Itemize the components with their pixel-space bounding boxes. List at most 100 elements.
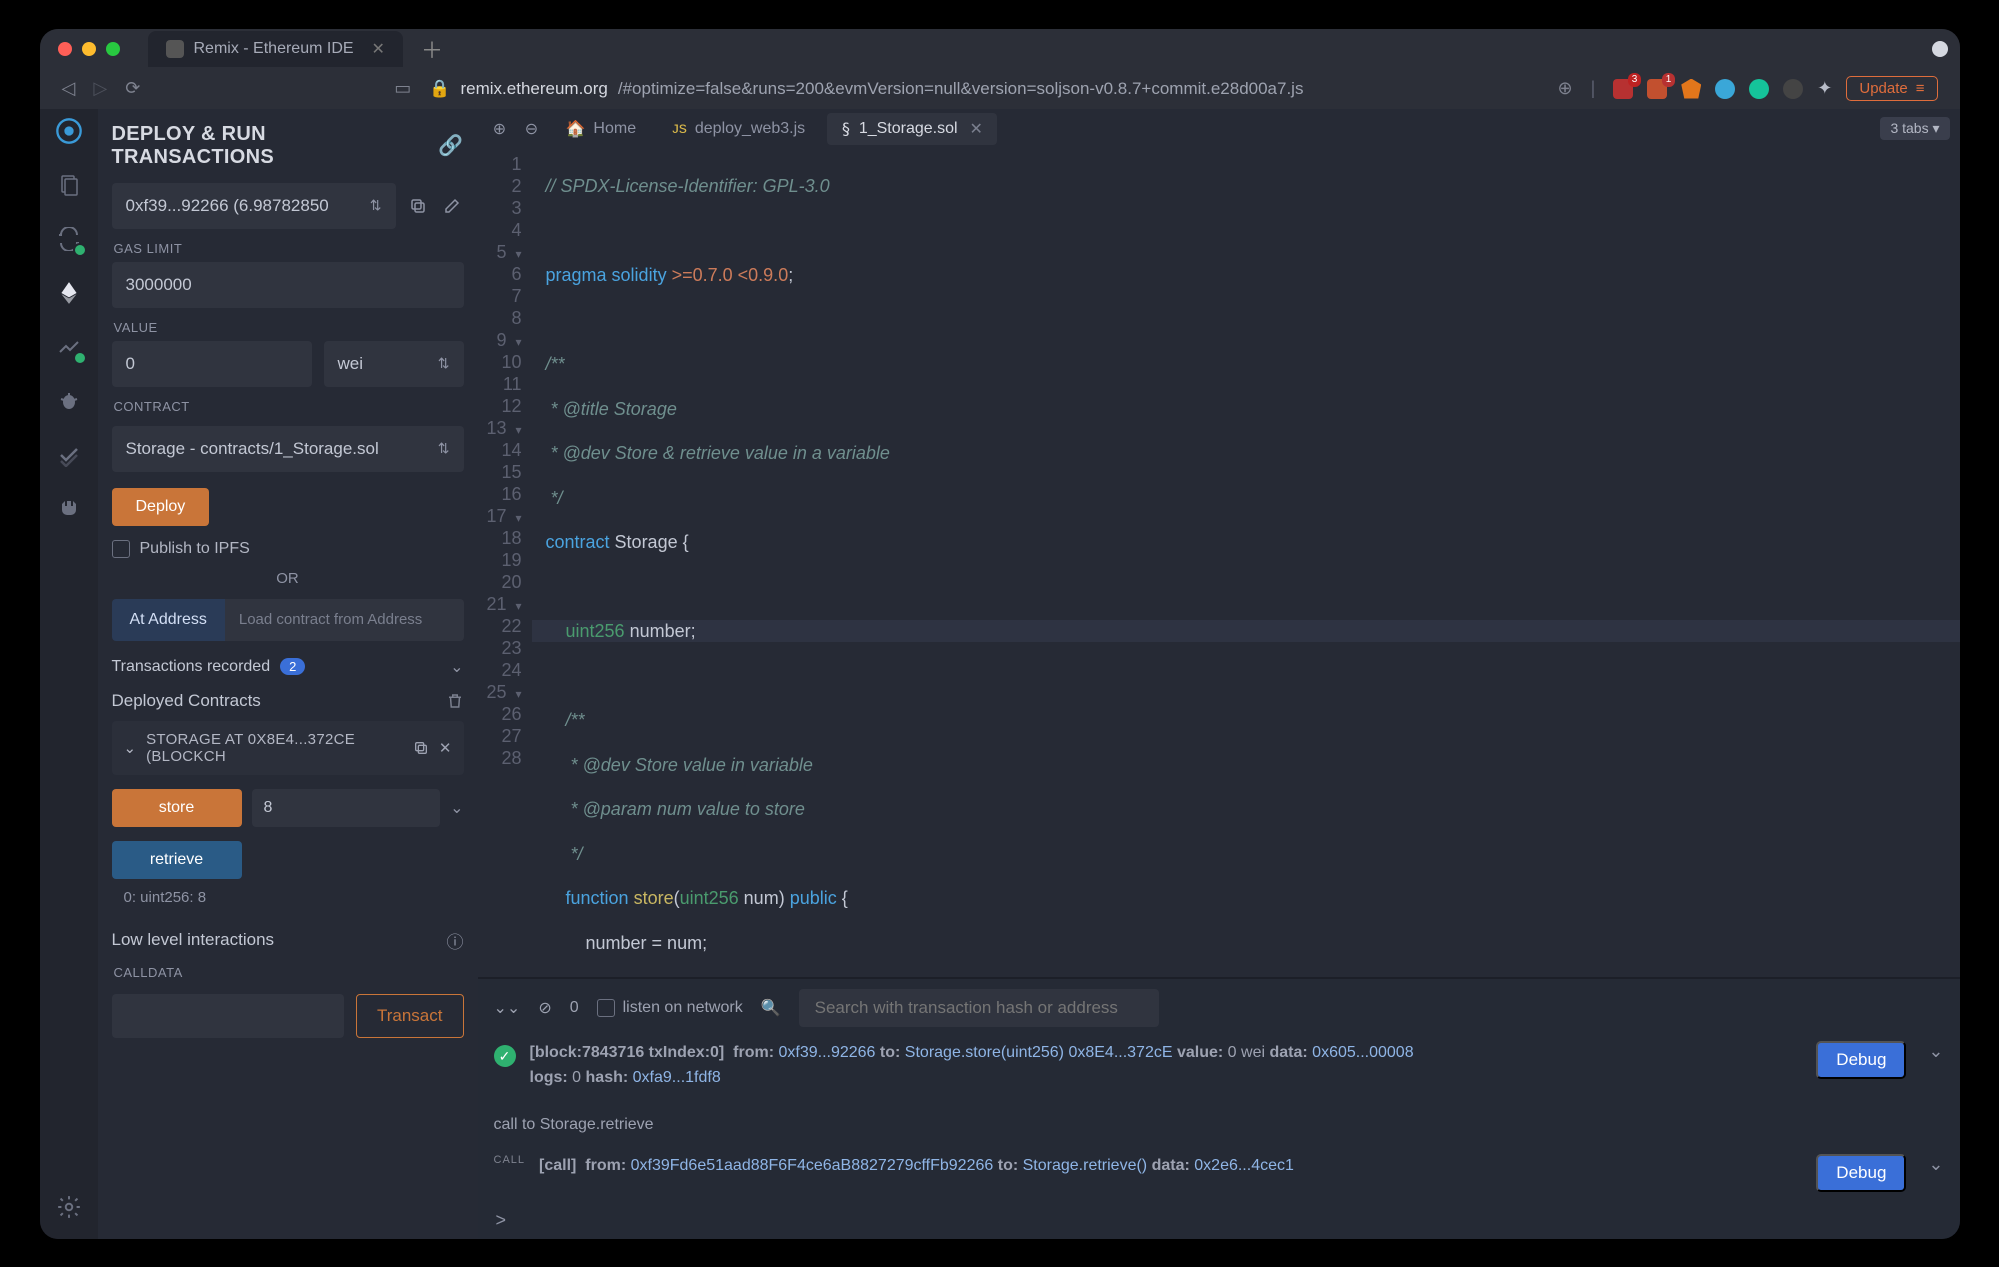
zoom-in-icon[interactable]: ⊕	[488, 117, 512, 141]
plugin-icon[interactable]	[55, 495, 83, 523]
ext2-icon[interactable]: 1	[1647, 79, 1667, 99]
icon-sidebar	[40, 109, 98, 1239]
sol-file-icon: §	[841, 119, 851, 138]
contract-select[interactable]: Storage - contracts/1_Storage.sol⇅	[112, 426, 464, 472]
js-file-icon: ᴊs	[672, 120, 687, 138]
function-store-input[interactable]: 8	[252, 789, 441, 827]
contract-label: CONTRACT	[114, 399, 462, 414]
lock-icon: 🔒	[429, 79, 450, 99]
copy-icon[interactable]	[413, 740, 429, 756]
ext4-icon[interactable]	[1715, 79, 1735, 99]
analytics-icon[interactable]	[55, 333, 83, 361]
refresh-icon[interactable]: ⟳	[125, 78, 140, 99]
deploy-run-icon[interactable]	[55, 279, 83, 307]
calldata-label: CALLDATA	[114, 965, 462, 980]
grammarly-icon[interactable]	[1749, 79, 1769, 99]
code-content[interactable]: // SPDX-License-Identifier: GPL-3.0 prag…	[532, 149, 1960, 978]
chevron-down-icon[interactable]: ⌄	[1928, 1154, 1943, 1175]
account-select[interactable]: 0xf39...92266 (6.98782850⇅	[112, 183, 396, 229]
function-retrieve-button[interactable]: retrieve	[112, 841, 242, 879]
search-icon[interactable]: 🔍	[761, 998, 781, 1018]
extensions: 3 1 ✦ Update≡	[1613, 76, 1937, 101]
extensions-menu-icon[interactable]: ✦	[1817, 78, 1832, 99]
ublock-icon[interactable]: 3	[1613, 79, 1633, 99]
bookmark-icon[interactable]: ▭	[394, 78, 411, 99]
back-icon[interactable]: ◁	[62, 78, 76, 99]
collapse-terminal-icon[interactable]: ⌄⌄	[494, 998, 521, 1018]
panel-title: DEPLOY & RUN TRANSACTIONS 🔗	[112, 123, 464, 169]
value-label: VALUE	[114, 320, 462, 335]
tab-home[interactable]: 🏠 Home	[552, 113, 651, 145]
calldata-input[interactable]	[112, 994, 344, 1038]
chevron-down-icon[interactable]: ⌄	[1928, 1041, 1943, 1062]
gutter: 12345 ▾6789 ▾10111213 ▾14151617 ▾1819202…	[478, 149, 532, 978]
terminal: ⌄⌄ ⊘ 0 listen on network 🔍 ✓ [block:7843…	[478, 977, 1960, 1238]
at-address-button[interactable]: At Address	[112, 599, 225, 641]
gas-limit-input[interactable]: 3000000	[112, 262, 464, 308]
address-bar[interactable]: 🔒 remix.ethereum.org/#optimize=false&run…	[429, 79, 1303, 99]
info-icon[interactable]: ⓘ	[447, 928, 464, 953]
deploy-button[interactable]: Deploy	[112, 488, 210, 526]
zoom-icon[interactable]: ⊕	[1557, 78, 1572, 99]
success-icon: ✓	[494, 1045, 516, 1067]
pending-count: 0	[570, 999, 579, 1017]
edit-account-icon[interactable]	[440, 194, 464, 218]
debug-button[interactable]: Debug	[1816, 1154, 1906, 1192]
tab-storage-sol[interactable]: § 1_Storage.sol ✕	[827, 113, 997, 145]
file-explorer-icon[interactable]	[55, 171, 83, 199]
forward-icon: ▷	[93, 78, 107, 99]
zoom-out-icon[interactable]: ⊖	[520, 117, 544, 141]
debugger-icon[interactable]	[55, 387, 83, 415]
new-tab-button[interactable]: ＋	[421, 33, 443, 65]
update-button[interactable]: Update≡	[1846, 76, 1937, 101]
chevron-down-icon[interactable]: ⌄	[450, 798, 463, 818]
chrome-account-icon[interactable]	[1932, 41, 1948, 57]
terminal-log-row[interactable]: CALL [call] from: 0xf39Fd6e51aad88F6F4ce…	[478, 1150, 1960, 1202]
terminal-log-row[interactable]: ✓ [block:7843716 txIndex:0] from: 0xf39.…	[478, 1037, 1960, 1101]
close-tab-icon[interactable]: ✕	[970, 119, 983, 139]
terminal-prompt[interactable]: >	[478, 1202, 1960, 1239]
listen-checkbox[interactable]: listen on network	[597, 999, 743, 1017]
transact-button[interactable]: Transact	[356, 994, 464, 1038]
browser-tab-title: Remix - Ethereum IDE	[194, 40, 354, 58]
unit-test-icon[interactable]	[55, 441, 83, 469]
function-store-button[interactable]: store	[112, 789, 242, 827]
at-address-input[interactable]: Load contract from Address	[225, 599, 464, 641]
ext6-icon[interactable]	[1783, 79, 1803, 99]
deploy-run-panel: DEPLOY & RUN TRANSACTIONS 🔗 0xf39...9226…	[98, 109, 478, 1239]
checkbox-icon	[597, 999, 615, 1017]
deployed-contract-item[interactable]: ⌄ STORAGE AT 0X8E4...372CE (BLOCKCH ✕	[112, 721, 464, 775]
status-ok-icon	[73, 351, 87, 365]
minimize-window-icon[interactable]	[82, 42, 96, 56]
close-tab-icon[interactable]: ✕	[372, 39, 385, 59]
tx-recorded-section[interactable]: Transactions recorded 2 ⌄	[112, 657, 464, 677]
compiler-icon[interactable]	[55, 225, 83, 253]
browser-tab[interactable]: Remix - Ethereum IDE ✕	[148, 31, 403, 67]
maximize-window-icon[interactable]	[106, 42, 120, 56]
copy-account-icon[interactable]	[406, 194, 430, 218]
editor-tabs: ⊕ ⊖ 🏠 Home ᴊs deploy_web3.js § 1_Storage…	[478, 109, 1960, 149]
publish-ipfs-checkbox[interactable]: Publish to IPFS	[112, 540, 464, 558]
clear-icon[interactable]: ⊘	[538, 998, 551, 1018]
tab-deploy-web3[interactable]: ᴊs deploy_web3.js	[658, 114, 819, 144]
value-input[interactable]: 0	[112, 341, 312, 387]
close-window-icon[interactable]	[58, 42, 72, 56]
chevron-down-icon[interactable]: ⌄	[124, 739, 137, 757]
terminal-search-input[interactable]	[799, 989, 1159, 1027]
trash-icon[interactable]	[446, 692, 464, 710]
panel-docs-icon[interactable]: 🔗	[438, 133, 463, 158]
chevron-down-icon[interactable]: ⌄	[450, 657, 463, 677]
close-icon[interactable]: ✕	[439, 739, 452, 757]
settings-icon[interactable]	[55, 1193, 83, 1221]
remix-logo-icon[interactable]	[55, 117, 83, 145]
deployed-contracts-label: Deployed Contracts	[112, 691, 261, 711]
tabs-dropdown[interactable]: 3 tabs ▾	[1880, 117, 1949, 140]
debug-button[interactable]: Debug	[1816, 1041, 1906, 1079]
window-controls	[58, 42, 120, 56]
terminal-log-row: call to Storage.retrieve	[478, 1101, 1960, 1150]
metamask-icon[interactable]	[1681, 79, 1701, 99]
code-editor[interactable]: 12345 ▾6789 ▾10111213 ▾14151617 ▾1819202…	[478, 149, 1960, 978]
call-badge: CALL	[494, 1154, 526, 1166]
favicon-icon	[166, 40, 184, 58]
value-unit-select[interactable]: wei⇅	[324, 341, 464, 387]
